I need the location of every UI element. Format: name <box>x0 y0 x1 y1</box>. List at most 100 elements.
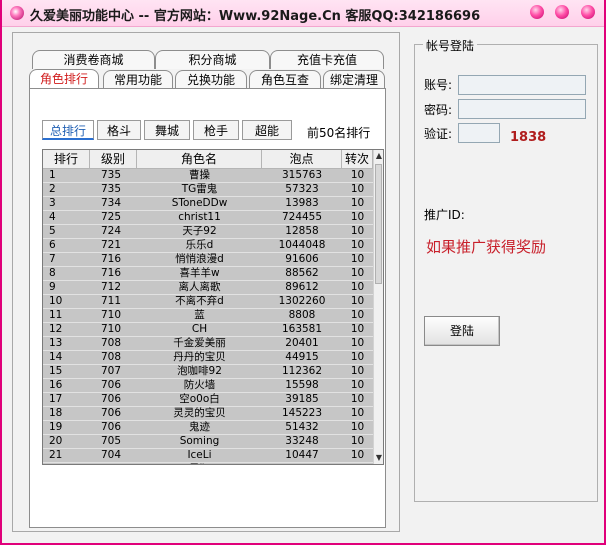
tab-bind-cleanup[interactable]: 绑定清理 <box>323 70 385 89</box>
table-row[interactable]: 18 706 灵灵的宝贝 145223 10 <box>43 407 373 421</box>
grid-header: 排行 级别 角色名 泡点 转次 <box>43 150 373 169</box>
close-icon[interactable] <box>581 5 595 19</box>
cell-rebirth: 10 <box>342 463 373 464</box>
cell-level: 724 <box>100 225 122 237</box>
tab-character-lookup[interactable]: 角色互查 <box>249 70 321 89</box>
col-level-header[interactable]: 级别 <box>90 150 137 169</box>
scroll-up-icon[interactable]: ▲ <box>374 150 383 162</box>
table-row[interactable]: 19 706 鬼迹 51432 10 <box>43 421 373 435</box>
tab-exchange[interactable]: 兑换功能 <box>175 70 247 89</box>
cell-name: 喜羊羊w <box>179 267 220 279</box>
table-row[interactable]: 8 716 喜羊羊w 88562 10 <box>43 267 373 281</box>
table-row[interactable]: 9 712 离人离歌 89612 10 <box>43 281 373 295</box>
col-rank-header[interactable]: 排行 <box>43 150 90 169</box>
tab-common-functions[interactable]: 常用功能 <box>103 70 173 89</box>
cell-rebirth: 10 <box>350 169 365 181</box>
cell-rank: 16 <box>49 379 63 391</box>
cell-rank: 8 <box>49 267 56 279</box>
account-input[interactable] <box>458 75 586 95</box>
table-row[interactable]: 20 705 Soming 33248 10 <box>43 435 373 449</box>
tab-card-recharge[interactable]: 充值卡充值 <box>270 50 384 69</box>
cell-rebirth: 10 <box>350 449 365 461</box>
cell-level: 735 <box>100 183 122 195</box>
promo-message: 如果推广获得奖励 <box>426 238 547 256</box>
table-row[interactable]: 4 725 christ11 724455 10 <box>43 211 373 225</box>
cell-rebirth: 10 <box>350 197 365 209</box>
cell-level: 708 <box>100 351 122 363</box>
cell-points: 1302260 <box>278 295 326 307</box>
cell-level: 710 <box>100 309 122 321</box>
cell-rebirth: 10 <box>350 351 365 363</box>
subtab-dancer[interactable]: 舞城 <box>144 120 190 140</box>
cell-level: 707 <box>100 365 122 377</box>
table-row[interactable]: 17 706 空o0o白 39185 10 <box>43 393 373 407</box>
cell-rebirth: 10 <box>350 407 365 419</box>
table-row[interactable]: 2 735 TG雷鬼 57323 10 <box>43 183 373 197</box>
cell-rank: 4 <box>49 211 56 223</box>
cell-points: 315763 <box>281 169 323 181</box>
table-row[interactable]: 1 735 曹操 315763 10 <box>43 169 373 183</box>
cell-level: 735 <box>100 169 122 181</box>
cell-level: 708 <box>100 337 122 349</box>
cell-level: 710 <box>100 323 122 335</box>
password-input[interactable] <box>458 99 586 119</box>
table-row[interactable]: 7 716 悄悄浪漫d 91606 10 <box>43 253 373 267</box>
cell-points: 44915 <box>285 351 319 363</box>
maximize-icon[interactable] <box>555 5 569 19</box>
table-row[interactable]: 6 721 乐乐d 1044048 10 <box>43 239 373 253</box>
cell-name: 悄悄浪漫d <box>175 253 224 265</box>
table-row[interactable]: 15 707 泡咖啡92 112362 10 <box>43 365 373 379</box>
table-row[interactable]: 14 708 丹丹的宝贝 44915 10 <box>43 351 373 365</box>
cell-name: Soming <box>179 435 220 447</box>
table-row[interactable]: 12 710 CH 163581 10 <box>43 323 373 337</box>
tab-points-shop[interactable]: 积分商城 <box>155 50 270 69</box>
login-button[interactable]: 登陆 <box>424 316 500 346</box>
cell-points: 15598 <box>285 379 319 391</box>
cell-rank: 9 <box>49 281 56 293</box>
subtab-gunner[interactable]: 枪手 <box>193 120 239 140</box>
subtab-psychic[interactable]: 超能 <box>242 120 292 140</box>
tab-voucher-shop[interactable]: 消费卷商城 <box>32 50 155 69</box>
table-row[interactable]: 3 734 STonеDDw 13983 10 <box>43 197 373 211</box>
col-name-header[interactable]: 角色名 <box>137 150 262 169</box>
table-row[interactable]: 22 703 暴狂1088410 <box>43 463 373 464</box>
cell-rebirth: 10 <box>350 183 365 195</box>
cell-name: 乐乐d <box>185 239 214 251</box>
cell-rank: 21 <box>49 449 63 461</box>
ranking-grid[interactable]: 排行 级别 角色名 泡点 转次 1 735 曹操 315763 10 2 735 TG雷鬼 57… <box>42 149 384 465</box>
subtab-fighter[interactable]: 格斗 <box>97 120 141 140</box>
grid-scrollbar[interactable]: ▲ ▼ <box>373 150 383 464</box>
cell-level: 734 <box>100 197 122 209</box>
cell-name: 不离不弃d <box>175 295 224 307</box>
scroll-down-icon[interactable]: ▼ <box>374 452 383 464</box>
top50-label: 前50名排行 <box>307 126 371 140</box>
table-row[interactable]: 10 711 不离不弃d 1302260 10 <box>43 295 373 309</box>
cell-rank: 18 <box>49 407 63 419</box>
cell-level: 706 <box>100 421 122 433</box>
cell-name: TG雷鬼 <box>181 183 218 195</box>
cell-rebirth: 10 <box>350 309 365 321</box>
scroll-thumb[interactable] <box>375 164 382 284</box>
cell-name: christ11 <box>178 211 221 223</box>
cell-points: 33248 <box>285 435 319 447</box>
cell-rebirth: 10 <box>350 435 365 447</box>
table-row[interactable]: 13 708 千金爱美丽 20401 10 <box>43 337 373 351</box>
table-row[interactable]: 21 704 IceLi 10447 10 <box>43 449 373 463</box>
tab-character-ranking[interactable]: 角色排行 <box>29 69 99 90</box>
cell-points: 1044048 <box>278 239 326 251</box>
captcha-input[interactable] <box>458 123 500 143</box>
title-bar[interactable]: 久爱美丽功能中心 -- 官方网站：Www.92Nage.Cn 客服QQ:3421… <box>2 0 604 27</box>
cell-rebirth: 10 <box>350 393 365 405</box>
cell-rank: 2 <box>49 183 56 195</box>
cell-rank: 1 <box>49 169 56 181</box>
grid-rows: 1 735 曹操 315763 10 2 735 TG雷鬼 57323 10 3 734 STonеDD… <box>43 169 373 464</box>
col-rebirth-header[interactable]: 转次 <box>342 150 373 169</box>
col-points-header[interactable]: 泡点 <box>262 150 342 169</box>
table-row[interactable]: 16 706 防火墙 15598 10 <box>43 379 373 393</box>
table-row[interactable]: 5 724 天子92 12858 10 <box>43 225 373 239</box>
subtab-overall[interactable]: 总排行 <box>42 120 94 140</box>
cell-name: 曹操 <box>189 169 210 181</box>
table-row[interactable]: 11 710 蓝 8808 10 <box>43 309 373 323</box>
cell-points: 13983 <box>285 197 319 209</box>
minimize-icon[interactable] <box>530 5 544 19</box>
